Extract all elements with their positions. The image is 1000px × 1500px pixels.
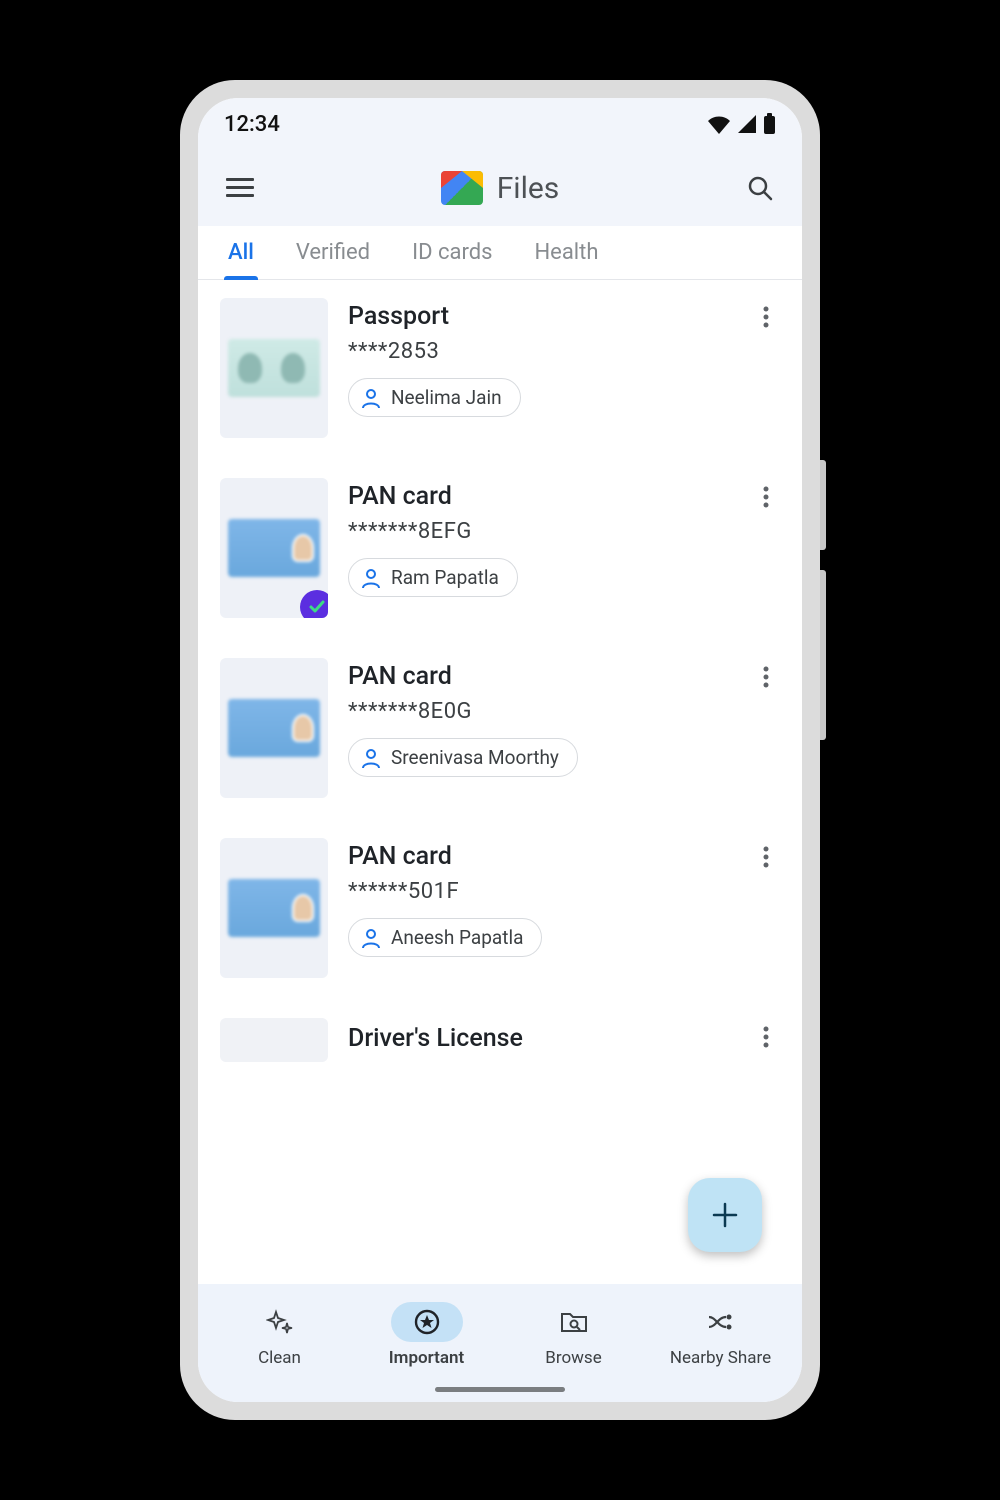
tab-label: Verified — [296, 240, 370, 265]
document-thumbnail — [220, 298, 328, 438]
battery-icon — [763, 113, 776, 135]
document-title: PAN card — [348, 482, 732, 511]
folder-search-icon — [559, 1309, 589, 1335]
list-item[interactable]: Driver's License — [198, 1000, 802, 1062]
owner-name: Sreenivasa Moorthy — [391, 746, 559, 769]
tab-all[interactable]: All — [224, 230, 258, 279]
filter-tabs: All Verified ID cards Health — [198, 226, 802, 280]
sparkle-icon — [266, 1308, 294, 1336]
person-icon — [361, 748, 381, 768]
app-bar: Files — [198, 150, 802, 226]
item-more-button[interactable] — [752, 1018, 780, 1048]
list-item[interactable]: PAN card *******8EFG Ram Papatla — [198, 460, 802, 640]
tab-label: Health — [534, 240, 598, 265]
document-thumbnail — [220, 478, 328, 618]
person-icon — [361, 928, 381, 948]
bottom-nav: Clean Important Browse Nearby Share — [198, 1284, 802, 1402]
tab-verified[interactable]: Verified — [292, 230, 374, 279]
document-number: *******8EFG — [348, 519, 732, 544]
wifi-icon — [707, 114, 731, 134]
tab-id-cards[interactable]: ID cards — [408, 230, 496, 279]
owner-name: Aneesh Papatla — [391, 926, 523, 949]
document-thumbnail — [220, 838, 328, 978]
add-fab[interactable] — [688, 1178, 762, 1252]
more-vert-icon — [763, 666, 769, 688]
nav-important[interactable]: Important — [357, 1302, 497, 1368]
document-title: Driver's License — [348, 1024, 732, 1053]
document-number: ****2853 — [348, 339, 732, 364]
verified-badge-icon — [300, 590, 328, 618]
nav-label: Important — [389, 1348, 464, 1368]
more-vert-icon — [763, 1026, 769, 1048]
plus-icon — [710, 1200, 740, 1230]
document-title: PAN card — [348, 842, 732, 871]
gesture-bar[interactable] — [435, 1387, 565, 1392]
more-vert-icon — [763, 486, 769, 508]
search-icon — [747, 175, 773, 201]
person-icon — [361, 388, 381, 408]
document-list[interactable]: Passport ****2853 Neelima Jain — [198, 280, 802, 1284]
tab-label: ID cards — [412, 240, 492, 265]
item-more-button[interactable] — [752, 298, 780, 328]
app-logo-icon — [441, 171, 483, 205]
owner-chip[interactable]: Ram Papatla — [348, 558, 518, 597]
document-title: PAN card — [348, 662, 732, 691]
status-bar: 12:34 — [198, 98, 802, 150]
tab-health[interactable]: Health — [530, 230, 602, 279]
document-number: *******8E0G — [348, 699, 732, 724]
more-vert-icon — [763, 846, 769, 868]
item-more-button[interactable] — [752, 838, 780, 868]
document-thumbnail — [220, 1018, 328, 1062]
shuffle-icon — [706, 1311, 736, 1333]
signal-icon — [737, 114, 757, 134]
app-title: Files — [497, 171, 560, 206]
menu-button[interactable] — [220, 168, 260, 208]
nav-label: Browse — [545, 1348, 601, 1368]
person-icon — [361, 568, 381, 588]
star-circle-icon — [413, 1308, 441, 1336]
document-number: ******501F — [348, 879, 732, 904]
nav-clean[interactable]: Clean — [210, 1302, 350, 1368]
search-button[interactable] — [740, 168, 780, 208]
list-item[interactable]: PAN card *******8E0G Sreenivasa Moorthy — [198, 640, 802, 820]
nav-browse[interactable]: Browse — [504, 1302, 644, 1368]
nav-label: Nearby Share — [670, 1348, 771, 1368]
document-title: Passport — [348, 302, 732, 331]
more-vert-icon — [763, 306, 769, 328]
clock: 12:34 — [224, 112, 280, 137]
status-icons — [707, 113, 776, 135]
item-more-button[interactable] — [752, 658, 780, 688]
hamburger-icon — [226, 178, 254, 198]
list-item[interactable]: Passport ****2853 Neelima Jain — [198, 280, 802, 460]
list-item[interactable]: PAN card ******501F Aneesh Papatla — [198, 820, 802, 1000]
item-more-button[interactable] — [752, 478, 780, 508]
owner-name: Ram Papatla — [391, 566, 499, 589]
tab-label: All — [228, 240, 254, 265]
document-thumbnail — [220, 658, 328, 798]
owner-chip[interactable]: Sreenivasa Moorthy — [348, 738, 578, 777]
nav-label: Clean — [258, 1348, 301, 1368]
owner-chip[interactable]: Aneesh Papatla — [348, 918, 542, 957]
owner-chip[interactable]: Neelima Jain — [348, 378, 521, 417]
owner-name: Neelima Jain — [391, 386, 502, 409]
nav-nearby-share[interactable]: Nearby Share — [651, 1302, 791, 1368]
